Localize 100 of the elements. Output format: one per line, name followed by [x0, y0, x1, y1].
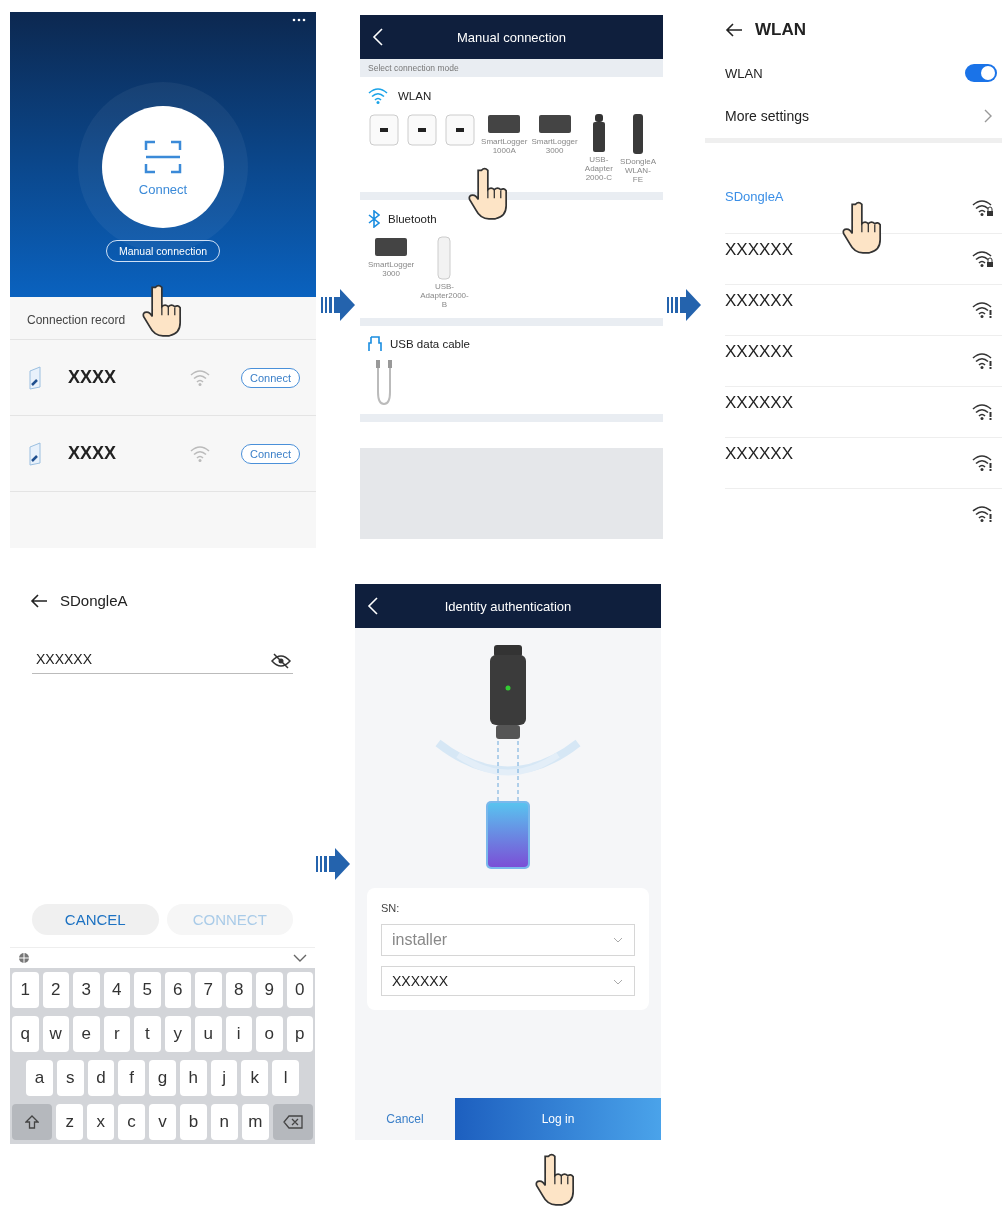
toggle-switch[interactable] [965, 64, 997, 82]
wifi-alert-icon [972, 454, 994, 472]
login-button[interactable]: Log in [455, 1098, 661, 1140]
password-field[interactable]: XXXXXX [32, 647, 293, 674]
device-label: USB-Adapter 2000-C [584, 156, 613, 183]
keyboard-key[interactable]: z [56, 1104, 84, 1140]
data-logger-drawing [487, 113, 522, 135]
keyboard-key[interactable]: q [12, 1016, 39, 1052]
scan-connect-button[interactable]: Connect [102, 106, 224, 228]
wifi-alert-icon [972, 505, 994, 523]
wifi-alert-icon [972, 403, 994, 421]
network-name[interactable]: XXXXXX [725, 393, 794, 413]
keyboard-key[interactable]: 5 [134, 972, 161, 1008]
keyboard-key[interactable]: 1 [12, 972, 39, 1008]
data-logger-drawing [374, 236, 409, 259]
keyboard-key[interactable]: r [103, 1016, 130, 1052]
keyboard-key[interactable]: s [56, 1060, 84, 1096]
keyboard-key[interactable]: o [256, 1016, 283, 1052]
arrow-icon [321, 289, 355, 321]
section-heading: Connection record [27, 313, 126, 327]
eye-slash-icon[interactable] [271, 653, 291, 669]
wifi-icon [368, 87, 390, 105]
setting-label: WLAN [725, 65, 763, 81]
screen-title: WLAN [755, 20, 806, 40]
connect-button[interactable]: Connect [241, 443, 300, 464]
chevron-down-icon[interactable] [293, 954, 307, 962]
keyboard-key[interactable]: u [195, 1016, 222, 1052]
keyboard-key[interactable]: h [179, 1060, 207, 1096]
keyboard-key[interactable]: 9 [256, 972, 283, 1008]
wifi-alert-icon [972, 352, 994, 370]
keyboard-key[interactable]: 6 [164, 972, 191, 1008]
keyboard-key[interactable]: e [73, 1016, 100, 1052]
device-label: SmartLogger 3000 [368, 261, 415, 279]
chevron-down-icon [613, 979, 623, 985]
cancel-button[interactable]: Cancel [355, 1098, 455, 1140]
wifi-lock-icon [972, 199, 994, 217]
device-name: XXXX [68, 367, 118, 388]
keyboard-key[interactable]: w [42, 1016, 69, 1052]
keyboard-key[interactable]: x [87, 1104, 115, 1140]
back-arrow-icon[interactable] [725, 23, 743, 37]
group-heading: USB data cable [390, 337, 470, 350]
network-name[interactable]: XXXXXX [725, 291, 794, 311]
user-select[interactable]: installer [381, 924, 635, 956]
keyboard-key[interactable]: b [179, 1104, 207, 1140]
cancel-button[interactable]: CANCEL [32, 904, 159, 935]
keyboard-key[interactable]: p [286, 1016, 313, 1052]
network-name[interactable]: XXXXXX [725, 240, 794, 260]
setting-label: More settings [725, 108, 810, 124]
keyboard-key[interactable]: 7 [195, 972, 222, 1008]
keyboard-key[interactable]: y [164, 1016, 191, 1052]
back-chevron-icon[interactable] [372, 27, 384, 47]
backspace-key[interactable] [272, 1104, 314, 1140]
network-name[interactable]: XXXXXX [725, 342, 794, 362]
keyboard-key[interactable]: v [149, 1104, 176, 1140]
arrow-icon [667, 289, 701, 321]
globe-icon[interactable] [18, 952, 30, 964]
keyboard-key[interactable]: t [134, 1016, 161, 1052]
keyboard-key[interactable]: m [241, 1104, 269, 1140]
wifi-icon [190, 368, 212, 387]
keyboard-key[interactable]: 2 [42, 972, 69, 1008]
keyboard-key[interactable]: g [149, 1060, 176, 1096]
inverter-drawing [444, 113, 476, 149]
field-label: SN: [381, 902, 401, 914]
inverter-drawing [368, 113, 400, 149]
chevron-right-icon[interactable] [984, 109, 992, 123]
keyboard-key[interactable]: l [272, 1060, 300, 1096]
network-name[interactable]: XXXXXX [725, 444, 794, 464]
adapter-drawing [591, 113, 606, 153]
shift-key[interactable] [12, 1104, 53, 1140]
keyboard-key[interactable]: 0 [286, 972, 313, 1008]
device-label: SmartLogger 1000A [481, 138, 528, 156]
keyboard-key[interactable]: c [118, 1104, 146, 1140]
keyboard-key[interactable]: a [26, 1060, 53, 1096]
keyboard-key[interactable]: 8 [225, 972, 252, 1008]
section-hint: Select connection mode [360, 59, 663, 77]
keyboard-key[interactable]: k [241, 1060, 269, 1096]
keyboard-key[interactable]: n [210, 1104, 238, 1140]
keyboard-key[interactable]: f [118, 1060, 146, 1096]
password-field[interactable]: XXXXXX [381, 966, 635, 996]
group-heading: Bluetooth [388, 213, 437, 226]
backspace-icon [282, 1115, 303, 1129]
group-heading: WLAN [398, 90, 432, 102]
keyboard-key[interactable]: 3 [73, 972, 100, 1008]
keyboard-key[interactable]: j [210, 1060, 238, 1096]
device-label: SmartLogger 3000 [531, 138, 578, 156]
inverter-drawing [406, 113, 438, 149]
connect-button[interactable]: Connect [241, 367, 300, 388]
keyboard-key[interactable]: 4 [103, 972, 130, 1008]
usb-icon [368, 335, 382, 352]
screen-title: Manual connection [455, 29, 568, 45]
network-name[interactable]: SDongleA [725, 189, 784, 204]
back-arrow-icon[interactable] [30, 593, 48, 608]
more-icon[interactable] [292, 18, 306, 22]
keyboard-key[interactable]: d [87, 1060, 115, 1096]
device-label: USB-Adapter2000-B [420, 283, 469, 310]
wifi-lock-icon [972, 250, 994, 268]
screen-title: SDongleA [60, 592, 128, 609]
device-label: SDongleA WLAN-FE [620, 158, 656, 185]
keyboard-key[interactable]: i [225, 1016, 252, 1052]
back-chevron-icon[interactable] [367, 596, 379, 616]
